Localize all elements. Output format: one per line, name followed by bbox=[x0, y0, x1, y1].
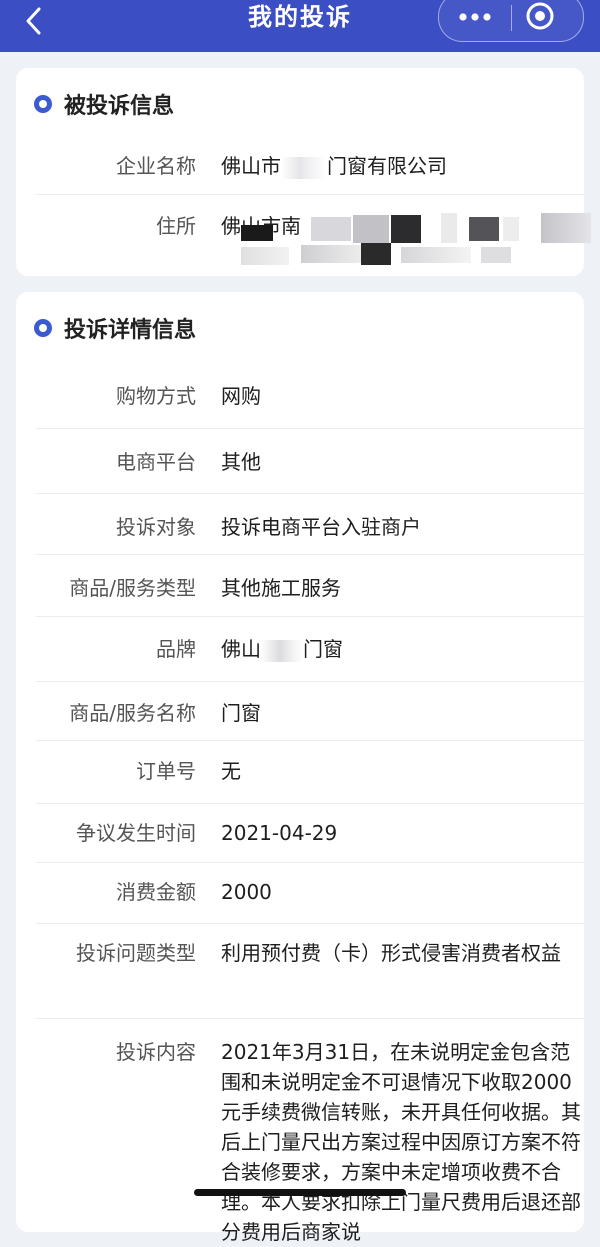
row-label: 品牌 bbox=[156, 637, 196, 661]
detail-row-platform: 电商平台 其他 bbox=[36, 429, 584, 494]
detail-row-complaint-target: 投诉对象 投诉电商平台入驻商户 bbox=[36, 494, 584, 555]
row-value: 门窗 bbox=[221, 701, 261, 725]
row-label: 争议发生时间 bbox=[76, 821, 196, 845]
row-label: 电商平台 bbox=[116, 450, 196, 474]
row-value: 佛山市 门窗有限公司 bbox=[221, 151, 583, 181]
capsule-divider bbox=[511, 5, 512, 31]
section-title: 被投诉信息 bbox=[64, 94, 175, 119]
section-header: 投诉详情信息 bbox=[34, 310, 196, 346]
row-value: 2021-04-29 bbox=[221, 821, 338, 845]
info-row-address: 住所 佛山市南 bbox=[36, 195, 591, 275]
section-bullet-icon bbox=[34, 95, 52, 113]
redacted-address bbox=[241, 213, 591, 271]
detail-row-order-number: 订单号 无 bbox=[36, 741, 584, 804]
redacted-block bbox=[261, 639, 303, 662]
detail-row-service-name: 商品/服务名称 门窗 bbox=[36, 682, 584, 741]
redacted-block bbox=[281, 156, 327, 179]
row-label: 订单号 bbox=[136, 759, 196, 783]
row-value: 其他施工服务 bbox=[221, 576, 341, 600]
section-header: 被投诉信息 bbox=[34, 86, 174, 122]
target-icon[interactable] bbox=[525, 1, 555, 31]
more-dots-icon[interactable] bbox=[457, 9, 493, 25]
row-label: 商品/服务类型 bbox=[69, 576, 196, 600]
section-bullet-icon bbox=[34, 319, 52, 337]
value-prefix: 佛山 bbox=[221, 637, 261, 661]
row-value: 投诉电商平台入驻商户 bbox=[221, 515, 421, 539]
detail-row-shopping-method: 购物方式 网购 bbox=[36, 364, 584, 429]
detail-row-service-type: 商品/服务类型 其他施工服务 bbox=[36, 555, 584, 617]
row-label: 投诉问题类型 bbox=[76, 941, 196, 965]
detail-row-issue-type: 投诉问题类型 利用预付费（卡）形式侵害消费者权益 bbox=[36, 924, 584, 1019]
info-row-company-name: 企业名称 佛山市 门窗有限公司 bbox=[36, 138, 584, 195]
detail-row-dispute-time: 争议发生时间 2021-04-29 bbox=[36, 804, 584, 863]
row-label: 投诉对象 bbox=[116, 515, 196, 539]
row-value: 无 bbox=[221, 759, 241, 783]
detail-row-amount: 消费金额 2000 bbox=[36, 863, 584, 924]
detail-row-brand: 品牌 佛山 门窗 bbox=[36, 617, 584, 682]
row-label: 投诉内容 bbox=[116, 1040, 196, 1064]
row-label: 消费金额 bbox=[116, 880, 196, 904]
row-value: 网购 bbox=[221, 384, 261, 408]
row-value: 2000 bbox=[221, 880, 272, 904]
row-label: 企业名称 bbox=[116, 154, 196, 178]
row-value: 佛山 门窗 bbox=[221, 634, 583, 664]
company-info-card: 被投诉信息 企业名称 佛山市 门窗有限公司 住所 佛山市南 bbox=[16, 68, 591, 276]
value-suffix: 门窗 bbox=[303, 637, 343, 661]
mini-program-capsule bbox=[438, 0, 584, 42]
value-prefix: 佛山市 bbox=[221, 154, 281, 178]
row-label: 购物方式 bbox=[116, 384, 196, 408]
row-value: 利用预付费（卡）形式侵害消费者权益 bbox=[221, 941, 561, 965]
section-title: 投诉详情信息 bbox=[64, 318, 197, 343]
complaint-details-card: 投诉详情信息 购物方式 网购 电商平台 其他 投诉对象 投诉电商平台入驻商户 商… bbox=[16, 292, 584, 1244]
navigation-bar: 我的投诉 bbox=[0, 0, 600, 52]
row-value: 其他 bbox=[221, 450, 261, 474]
row-label: 住所 bbox=[156, 214, 196, 238]
row-value: 2021年3月31日，在未说明定金包含范围和未说明定金不可退情况下收取2000元… bbox=[221, 1040, 581, 1244]
row-label: 商品/服务名称 bbox=[69, 701, 196, 725]
home-indicator bbox=[194, 1189, 406, 1196]
value-suffix: 门窗有限公司 bbox=[327, 154, 447, 178]
